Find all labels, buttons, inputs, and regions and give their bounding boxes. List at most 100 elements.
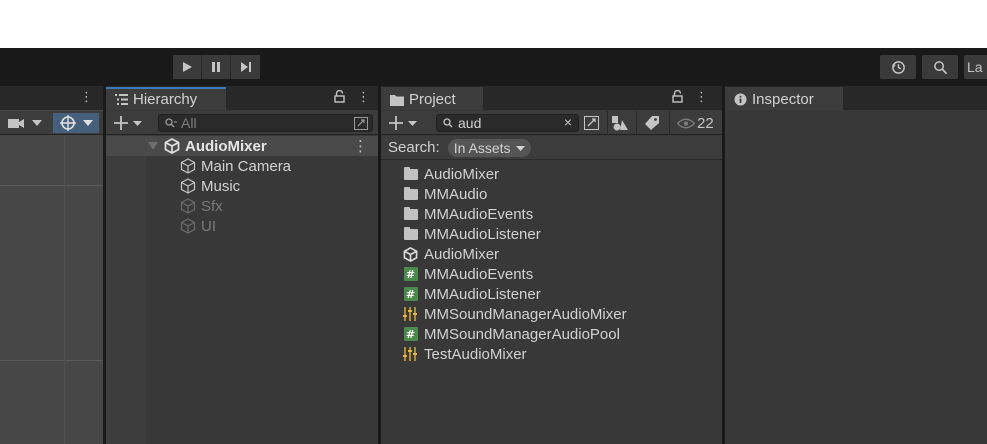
info-icon [734, 93, 747, 106]
play-button[interactable] [173, 55, 202, 79]
camera-dropdown[interactable] [4, 115, 46, 131]
asset-label: AudioMixer [424, 245, 500, 263]
script-icon: # [403, 287, 418, 301]
asset-row[interactable]: MMAudioListener [403, 224, 541, 244]
script-icon: # [403, 267, 418, 281]
asset-label: MMAudioEvents [424, 265, 534, 283]
search-placeholder: All [181, 115, 197, 131]
gameobject-icon [180, 178, 196, 194]
folder-icon [403, 206, 418, 221]
asset-row[interactable]: AudioMixer [403, 244, 499, 264]
grid-line [64, 135, 65, 444]
more-options-icon[interactable]: ⋮ [695, 89, 708, 105]
more-options-icon[interactable]: ⋮ [353, 137, 368, 155]
layers-dropdown[interactable]: La [964, 55, 987, 79]
asset-row[interactable]: # MMAudioEvents [403, 264, 533, 284]
pause-button[interactable] [202, 55, 231, 79]
scene-tabbar: ⋮ [0, 86, 103, 110]
scene-tab-actions: ⋮ [80, 89, 93, 105]
chevron-down-icon [32, 120, 42, 126]
gizmo-toggle[interactable] [53, 113, 99, 133]
search-scope-dropdown[interactable]: In Assets [447, 138, 532, 157]
eye-icon [677, 118, 695, 128]
toolbar-separator [669, 111, 670, 135]
scope-label: In Assets [453, 139, 511, 156]
folder-icon [403, 166, 418, 181]
inspector-body [725, 111, 987, 444]
step-icon [240, 62, 251, 72]
lock-icon[interactable] [672, 90, 683, 103]
plus-icon [114, 116, 128, 130]
pause-icon [212, 62, 220, 72]
asset-label: MMAudio [424, 185, 488, 203]
asset-row[interactable]: TestAudioMixer [403, 344, 527, 364]
toolbar-right: La [880, 55, 987, 79]
plus-icon [389, 116, 403, 130]
hierarchy-scene-row[interactable]: AudioMixer ⋮ [106, 136, 378, 156]
scene-name: AudioMixer [185, 137, 267, 155]
label-tag-icon[interactable] [645, 116, 659, 130]
chevron-down-icon [516, 145, 526, 151]
search-icon [165, 118, 177, 128]
chevron-down-icon [83, 120, 93, 126]
asset-row[interactable]: MMAudioEvents [403, 204, 533, 224]
hierarchy-item-label: UI [201, 217, 216, 235]
asset-label: MMAudioEvents [424, 205, 534, 223]
folder-icon [403, 186, 418, 201]
create-dropdown[interactable] [387, 114, 419, 132]
hierarchy-item[interactable]: Main Camera [106, 156, 378, 176]
tab-label: Hierarchy [133, 91, 198, 108]
hierarchy-item-label: Sfx [201, 197, 223, 215]
asset-label: MMAudioListener [424, 285, 541, 303]
search-label: Search: [388, 139, 440, 156]
inspector-tabbar: Inspector [725, 86, 987, 110]
camera-icon [8, 119, 24, 128]
scene-subbar [0, 111, 103, 135]
more-options-icon[interactable]: ⋮ [357, 89, 370, 105]
hierarchy-item-inactive[interactable]: Sfx [106, 196, 378, 216]
asset-row[interactable]: MMSoundManagerAudioMixer [403, 304, 627, 324]
crosshair-icon [60, 115, 76, 131]
tab-inspector[interactable]: Inspector [725, 87, 843, 110]
hierarchy-toolbar: All [106, 111, 378, 135]
hierarchy-search-input[interactable]: All [158, 114, 373, 132]
clear-search-icon[interactable]: × [564, 114, 572, 130]
search-icon [443, 118, 453, 128]
asset-row[interactable]: # MMAudioListener [403, 284, 541, 304]
asset-row[interactable]: MMAudio [403, 184, 487, 204]
tab-label: Inspector [752, 91, 814, 108]
project-search-input[interactable]: aud × [436, 114, 579, 132]
filter-by-type-icon[interactable] [612, 116, 629, 131]
undo-history-button[interactable] [880, 55, 916, 79]
project-tabbar: Project ⋮ [381, 86, 722, 110]
tab-project[interactable]: Project [381, 87, 483, 110]
gameobject-icon [180, 158, 196, 174]
search-window-icon[interactable] [354, 117, 368, 130]
tab-label: Project [409, 91, 456, 108]
unity-scene-icon [164, 138, 180, 154]
hidden-packages-toggle[interactable]: 22 [677, 114, 714, 132]
hierarchy-item-inactive[interactable]: UI [106, 216, 378, 236]
scene-panel: ⋮ [0, 86, 103, 444]
gameobject-icon [180, 218, 196, 234]
inspector-panel: Inspector [725, 86, 987, 444]
hierarchy-item[interactable]: Music [106, 176, 378, 196]
tab-hierarchy[interactable]: Hierarchy [106, 87, 226, 110]
caret-down-icon[interactable] [148, 142, 158, 150]
grid-line [0, 185, 103, 186]
asset-row[interactable]: # MMSoundManagerAudioPool [403, 324, 620, 344]
hierarchy-item-label: Main Camera [201, 157, 292, 175]
project-panel: Project ⋮ aud × 22 Search: In Assets Aud… [381, 86, 722, 444]
asset-row[interactable]: AudioMixer [403, 164, 499, 184]
asset-label: TestAudioMixer [424, 345, 527, 363]
more-options-icon[interactable]: ⋮ [80, 89, 93, 105]
asset-label: MMSoundManagerAudioMixer [424, 305, 627, 323]
create-dropdown[interactable] [112, 114, 144, 132]
asset-label: AudioMixer [424, 165, 500, 183]
search-window-icon[interactable] [584, 116, 599, 130]
lock-icon[interactable] [334, 90, 345, 103]
toolbar-separator [636, 111, 637, 135]
step-button[interactable] [231, 55, 260, 79]
audio-mixer-icon [403, 347, 418, 361]
global-search-button[interactable] [922, 55, 958, 79]
